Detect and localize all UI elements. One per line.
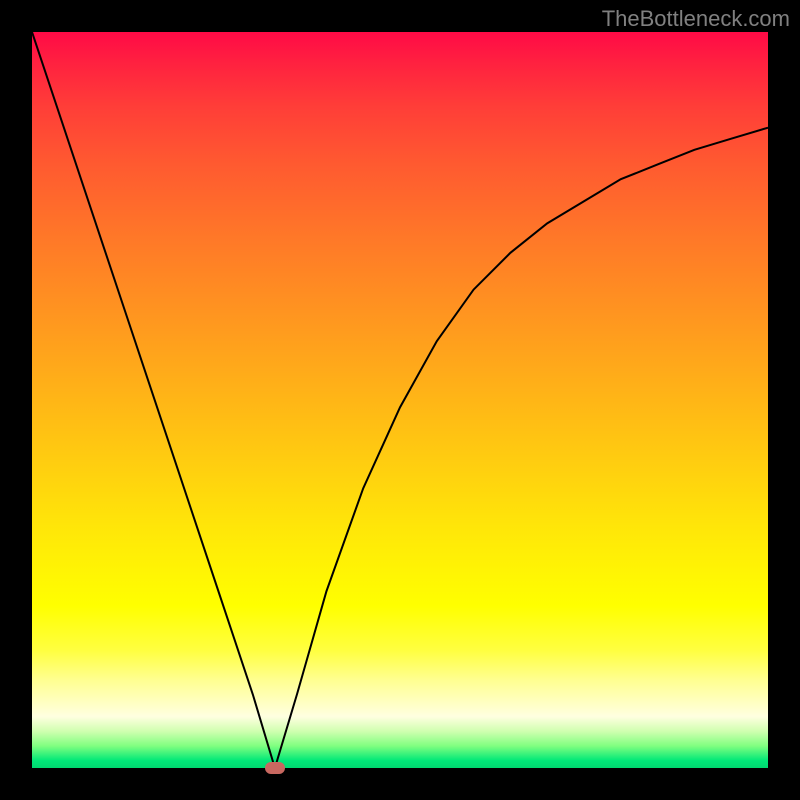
- chart-frame: TheBottleneck.com: [0, 0, 800, 800]
- optimal-point-marker: [265, 762, 285, 774]
- curve-path: [32, 32, 768, 768]
- watermark-text: TheBottleneck.com: [602, 6, 790, 32]
- plot-area: [32, 32, 768, 768]
- bottleneck-curve: [32, 32, 768, 768]
